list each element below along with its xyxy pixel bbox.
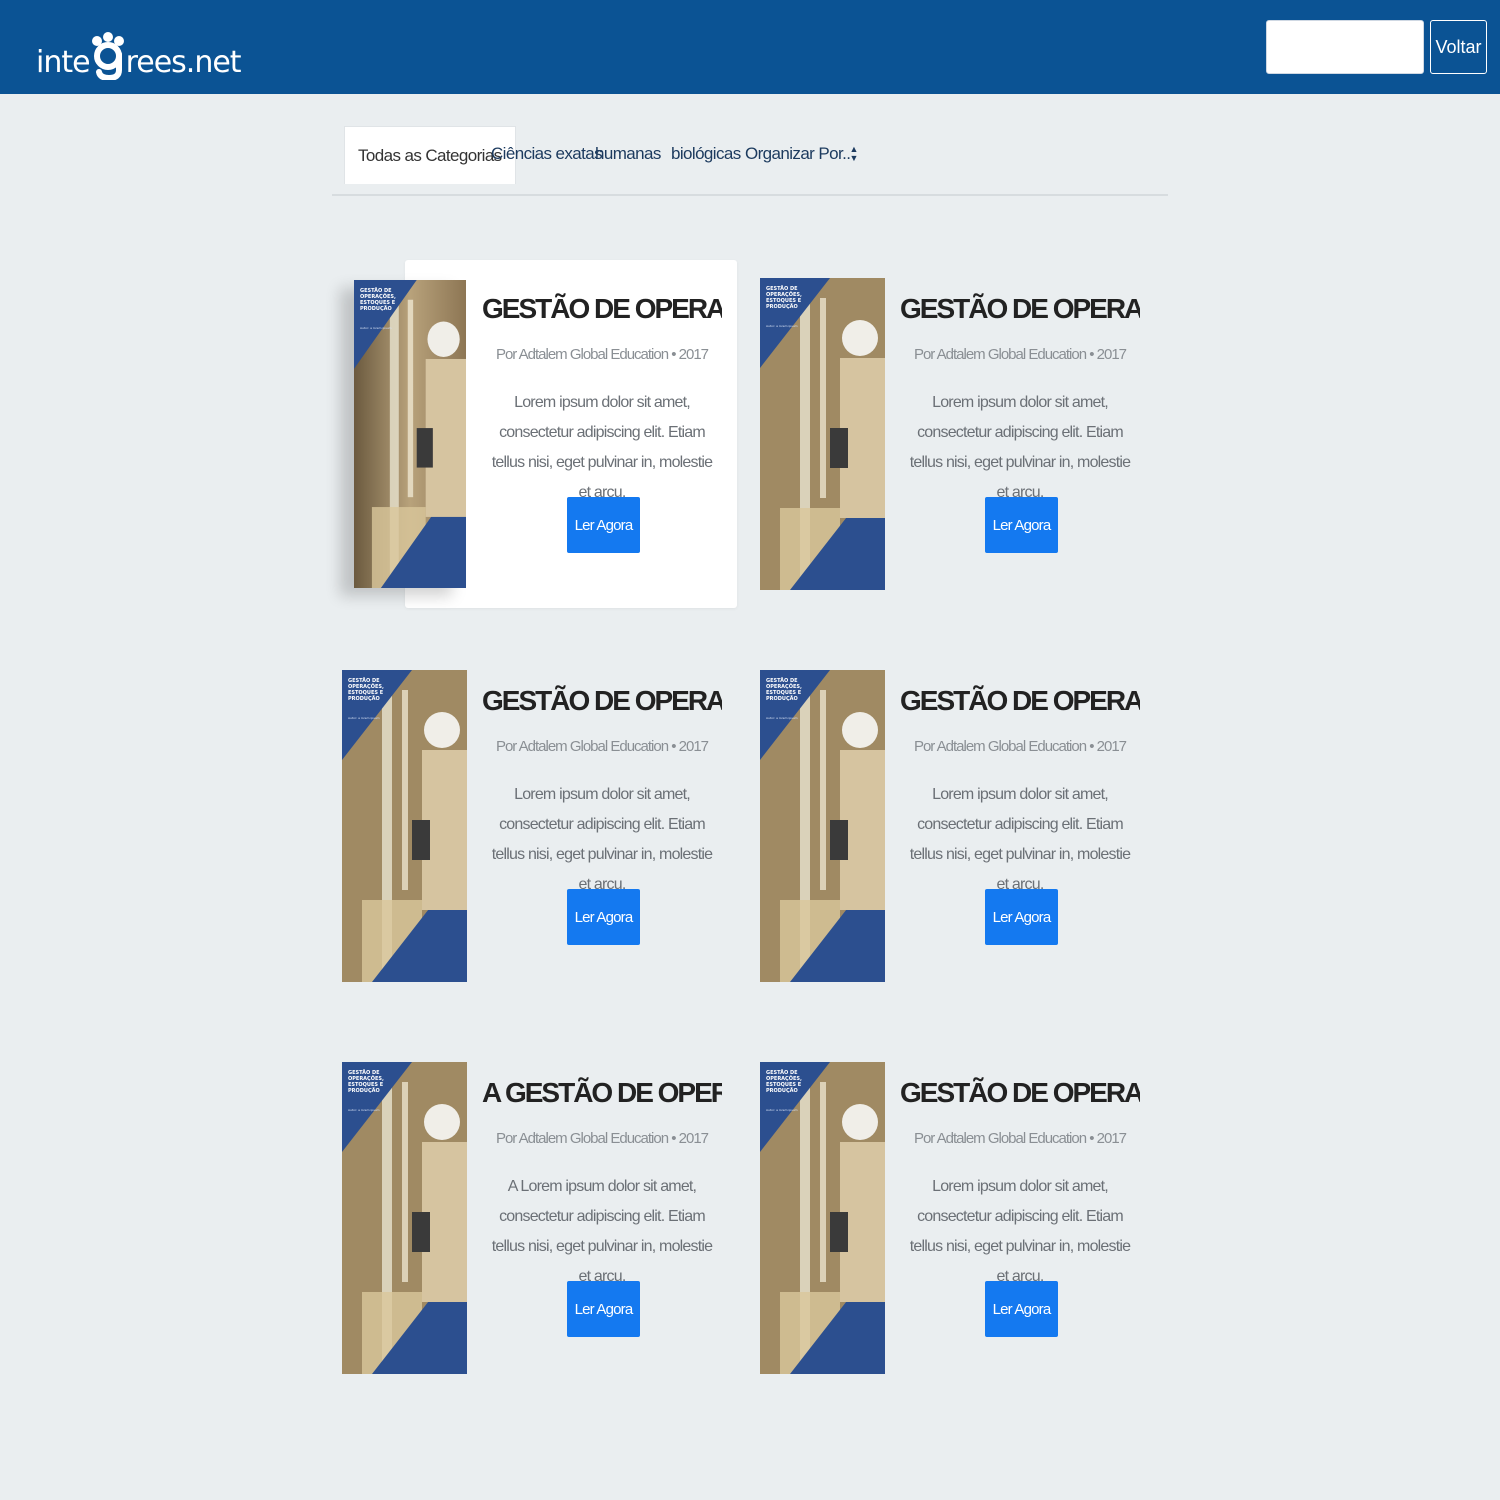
- book-title[interactable]: GESTÃO DE OPERAÇÕE...: [900, 293, 1140, 325]
- cover-subtitle: Autor: a lorem ipsum: [360, 326, 392, 330]
- tab-all-categories[interactable]: Todas as Categorias: [344, 126, 516, 184]
- book-card[interactable]: GESTÃO DE OPERAÇÕES, ESTOQUES E PRODUÇÃO…: [342, 652, 742, 1000]
- tab-biological[interactable]: biológicas: [671, 126, 741, 182]
- book-title[interactable]: A GESTÃO DE OPERAÇÕ...: [482, 1077, 722, 1109]
- cover-title: GESTÃO DE OPERAÇÕES, ESTOQUES E PRODUÇÃO: [766, 1070, 802, 1094]
- book-meta: Por Adtalem Global Education • 2017: [913, 1130, 1127, 1147]
- read-now-button[interactable]: Ler Agora: [567, 497, 640, 553]
- sort-by-select[interactable]: Organizar Por..: [745, 126, 851, 182]
- book-title[interactable]: GESTÃO DE OPERAÇÕE...: [900, 1077, 1140, 1109]
- cover-title: GESTÃO DE OPERAÇÕES, ESTOQUES E PRODUÇÃO: [766, 678, 802, 702]
- logo-text-left: inte: [36, 45, 91, 80]
- read-now-button[interactable]: Ler Agora: [985, 1281, 1058, 1337]
- cover-title: GESTÃO DE OPERAÇÕES, ESTOQUES E PRODUÇÃO: [348, 1070, 384, 1094]
- book-title[interactable]: GESTÃO DE OPERAÇÕE...: [482, 293, 722, 325]
- book-description: Lorem ipsum dolor sit amet, consectetur …: [909, 786, 1131, 893]
- book-title[interactable]: GESTÃO DE OPERAÇÕE...: [482, 685, 722, 717]
- read-now-button[interactable]: Ler Agora: [567, 1281, 640, 1337]
- read-now-button[interactable]: Ler Agora: [567, 889, 640, 945]
- category-tabs: Todas as Categorias Ciências exatas huma…: [332, 126, 1168, 196]
- book-card[interactable]: GESTÃO DE OPERAÇÕES, ESTOQUES E PRODUÇÃO…: [342, 1044, 742, 1392]
- book-description: A Lorem ipsum dolor sit amet, consectetu…: [491, 1178, 713, 1285]
- top-navbar: inte rees.net Voltar: [0, 0, 1500, 94]
- cover-subtitle: Autor: a lorem ipsum: [766, 1108, 798, 1112]
- book-card[interactable]: GESTÃO DE OPERAÇÕES, ESTOQUES E PRODUÇÃO…: [760, 652, 1160, 1000]
- book-description: Lorem ipsum dolor sit amet, consectetur …: [909, 1178, 1131, 1285]
- logo-mark-icon: [91, 32, 125, 80]
- book-meta: Por Adtalem Global Education • 2017: [913, 346, 1127, 363]
- book-cover-image[interactable]: GESTÃO DE OPERAÇÕES, ESTOQUES E PRODUÇÃO…: [760, 670, 885, 982]
- cover-subtitle: Autor: a lorem ipsum: [348, 716, 380, 720]
- book-description: Lorem ipsum dolor sit amet, consectetur …: [909, 394, 1131, 501]
- sort-arrows-icon[interactable]: ▲ ▼: [848, 142, 860, 166]
- book-card[interactable]: GESTÃO DE OPERAÇÕES, ESTOQUES E PRODUÇÃO…: [760, 1044, 1160, 1392]
- book-description: Lorem ipsum dolor sit amet, consectetur …: [491, 394, 713, 501]
- cover-title: GESTÃO DE OPERAÇÕES, ESTOQUES E PRODUÇÃO: [348, 678, 384, 702]
- logo-text-right: rees.net: [125, 45, 242, 80]
- cover-subtitle: Autor: a lorem ipsum: [766, 324, 798, 328]
- read-now-button[interactable]: Ler Agora: [985, 889, 1058, 945]
- cover-title: GESTÃO DE OPERAÇÕES, ESTOQUES E PRODUÇÃO: [360, 288, 396, 312]
- book-meta: Por Adtalem Global Education • 2017: [495, 346, 709, 363]
- book-meta: Por Adtalem Global Education • 2017: [913, 738, 1127, 755]
- book-cover-image[interactable]: GESTÃO DE OPERAÇÕES, ESTOQUES E PRODUÇÃO…: [354, 280, 466, 588]
- back-button[interactable]: Voltar: [1430, 20, 1487, 74]
- book-card[interactable]: GESTÃO DE OPERAÇÕES, ESTOQUES E PRODUÇÃO…: [760, 260, 1160, 608]
- book-cover-image[interactable]: GESTÃO DE OPERAÇÕES, ESTOQUES E PRODUÇÃO…: [760, 278, 885, 590]
- cover-subtitle: Autor: a lorem ipsum: [348, 1108, 380, 1112]
- cover-title: GESTÃO DE OPERAÇÕES, ESTOQUES E PRODUÇÃO: [766, 286, 802, 310]
- book-card[interactable]: GESTÃO DE OPERAÇÕES, ESTOQUES E PRODUÇÃO…: [342, 260, 742, 608]
- tab-exact-sciences[interactable]: Ciências exatas: [491, 126, 603, 182]
- book-description: Lorem ipsum dolor sit amet, consectetur …: [491, 786, 713, 893]
- cover-subtitle: Autor: a lorem ipsum: [766, 716, 798, 720]
- brand-logo[interactable]: inte rees.net: [36, 28, 242, 80]
- book-cover-image[interactable]: GESTÃO DE OPERAÇÕES, ESTOQUES E PRODUÇÃO…: [760, 1062, 885, 1374]
- book-cover-image[interactable]: GESTÃO DE OPERAÇÕES, ESTOQUES E PRODUÇÃO…: [342, 1062, 467, 1374]
- read-now-button[interactable]: Ler Agora: [985, 497, 1058, 553]
- book-cover-image[interactable]: GESTÃO DE OPERAÇÕES, ESTOQUES E PRODUÇÃO…: [342, 670, 467, 982]
- book-meta: Por Adtalem Global Education • 2017: [495, 738, 709, 755]
- book-meta: Por Adtalem Global Education • 2017: [495, 1130, 709, 1147]
- tab-humanities[interactable]: humanas: [595, 126, 661, 182]
- search-input[interactable]: [1266, 20, 1424, 74]
- book-title[interactable]: GESTÃO DE OPERAÇÕE...: [900, 685, 1140, 717]
